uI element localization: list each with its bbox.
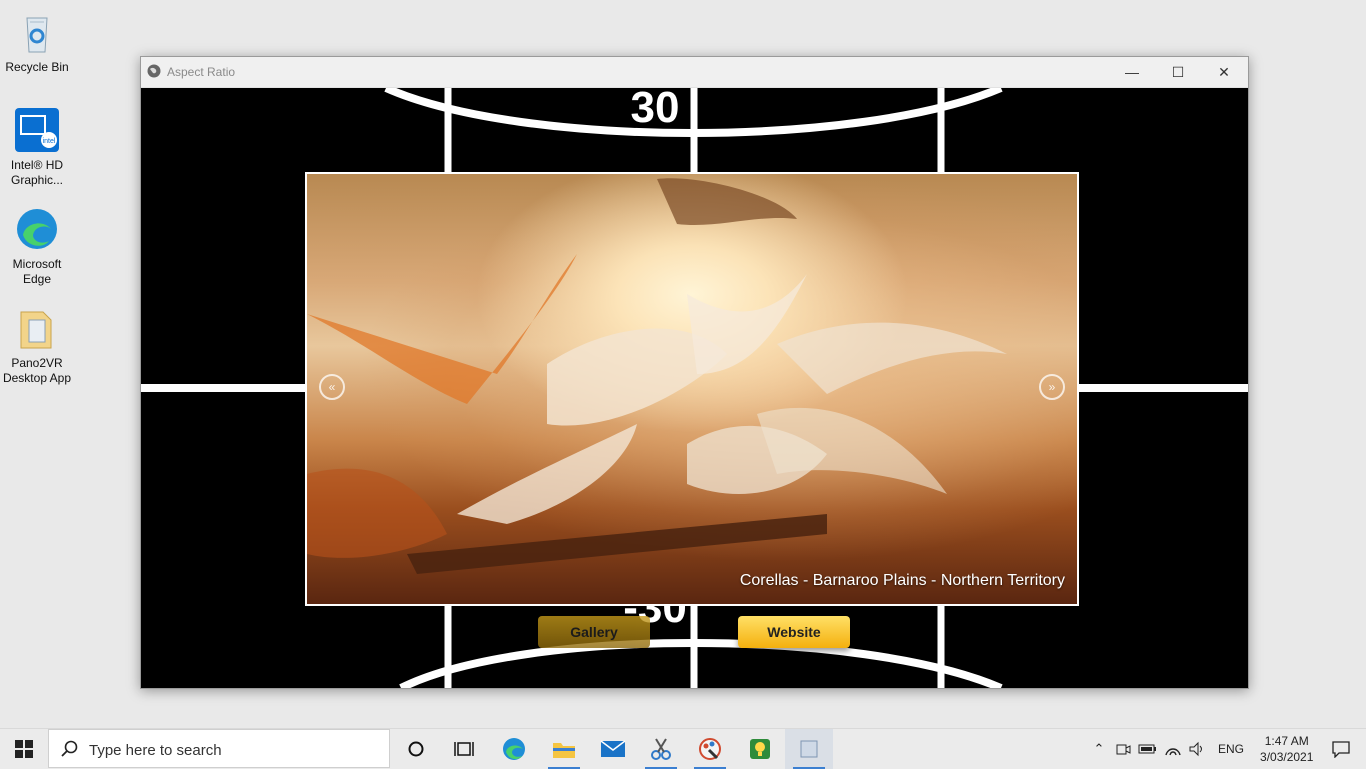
scissors-icon: [651, 738, 671, 760]
taskbar-mail[interactable]: [589, 729, 637, 769]
compass-label-top: 30: [631, 88, 680, 132]
taskbar-file-explorer[interactable]: [540, 729, 588, 769]
search-icon: [61, 740, 78, 757]
task-view-button[interactable]: [440, 729, 488, 769]
desktop-icon-label: Recycle Bin: [5, 60, 69, 74]
desktop-icon-label: Intel® HD: [10, 158, 64, 172]
lightbulb-icon: [750, 739, 770, 759]
aspect-ratio-window: Aspect Ratio — ☐ ✕ 30 -30 « » Corellas -…: [140, 56, 1249, 689]
battery-icon[interactable]: [1138, 743, 1158, 755]
start-button[interactable]: [0, 729, 48, 769]
gallery-photo[interactable]: « » Corellas - Barnaroo Plains - Norther…: [305, 172, 1079, 606]
minimize-button[interactable]: —: [1109, 57, 1155, 87]
svg-text:intel: intel: [43, 138, 56, 145]
folder-icon: [553, 743, 575, 758]
windows-logo-icon: [15, 740, 33, 758]
desktop-icon-label: Graphic...: [10, 173, 64, 187]
next-arrow-icon[interactable]: »: [1039, 374, 1065, 400]
system-tray: ⌃ ENG 1:47 AM 3/03/2021: [1090, 729, 1351, 769]
edge-icon: [13, 205, 61, 253]
chevron-up-icon[interactable]: ⌃: [1090, 741, 1108, 757]
cortana-circle-icon: [408, 741, 424, 757]
clock[interactable]: 1:47 AM 3/03/2021: [1260, 733, 1313, 765]
title-bar[interactable]: Aspect Ratio — ☐ ✕: [141, 57, 1248, 88]
previous-arrow-icon[interactable]: «: [319, 374, 345, 400]
desktop-icon-label: Edge: [22, 272, 52, 286]
close-button[interactable]: ✕: [1201, 57, 1247, 87]
desktop-icon-microsoft-edge[interactable]: Microsoft Edge: [0, 205, 74, 287]
desktop-icon-intel-graphics[interactable]: intel Intel® HD Graphic...: [0, 106, 74, 188]
taskbar-snipping-tool[interactable]: [637, 729, 685, 769]
intel-graphics-icon: intel: [13, 106, 61, 154]
app-window-icon: [800, 740, 818, 758]
clock-time: 1:47 AM: [1264, 734, 1309, 748]
window-title: Aspect Ratio: [167, 65, 236, 79]
taskbar-edge[interactable]: [490, 729, 538, 769]
taskbar-aspect-ratio-app[interactable]: [785, 729, 833, 769]
desktop-icon-label: Pano2VR: [11, 356, 63, 370]
edge-icon: [503, 738, 525, 760]
desktop-icon-recycle-bin[interactable]: Recycle Bin: [0, 8, 74, 75]
volume-icon[interactable]: [1188, 741, 1206, 757]
cortana-button[interactable]: [392, 729, 440, 769]
notifications-icon[interactable]: [1331, 740, 1351, 758]
paint-icon: [699, 738, 721, 760]
clock-date: 3/03/2021: [1260, 750, 1314, 764]
pano2vr-icon: [13, 304, 61, 352]
desktop-icon-label: Desktop App: [2, 371, 72, 385]
search-placeholder: Type here to search: [89, 742, 222, 759]
taskbar-paint[interactable]: [686, 729, 734, 769]
desktop-icon-label: Microsoft: [12, 257, 62, 271]
task-view-icon: [454, 742, 474, 756]
website-button[interactable]: Website: [738, 616, 850, 648]
meet-now-icon[interactable]: [1114, 741, 1132, 757]
taskbar-search-box[interactable]: Type here to search: [48, 729, 390, 768]
maximize-button[interactable]: ☐: [1155, 57, 1201, 87]
panorama-viewer[interactable]: 30 -30 « » Corellas - Barnaroo Plains - …: [141, 88, 1248, 688]
desktop-icon-pano2vr[interactable]: Pano2VR Desktop App: [0, 304, 74, 386]
app-globe-icon: [147, 64, 161, 78]
recycle-bin-icon: [13, 8, 61, 56]
wifi-icon[interactable]: [1164, 741, 1182, 757]
photo-caption: Corellas - Barnaroo Plains - Northern Te…: [739, 572, 1065, 589]
birds-image: [307, 178, 1007, 574]
gallery-button[interactable]: Gallery: [538, 616, 650, 648]
mail-icon: [600, 740, 626, 757]
taskbar-tips[interactable]: [736, 729, 784, 769]
taskbar: Type here to search ⌃ ENG 1:47 AM 3/03/2…: [0, 728, 1366, 769]
input-language[interactable]: ENG: [1218, 742, 1244, 756]
